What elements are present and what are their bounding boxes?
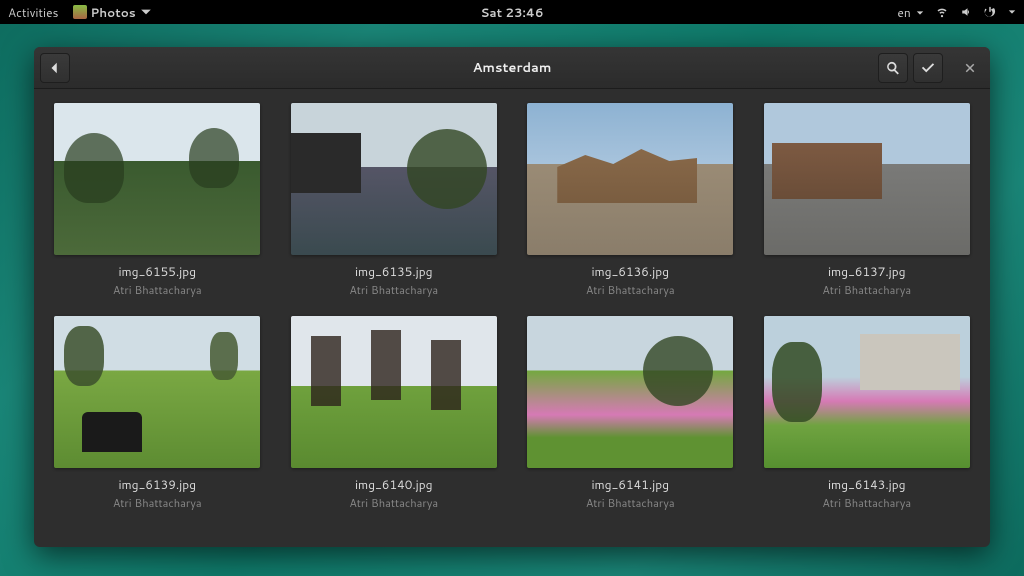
photo-item: img_6139.jpg Atri Bhattacharya: [52, 316, 263, 511]
photo-author: Atri Bhattacharya: [349, 495, 438, 511]
photo-author: Atri Bhattacharya: [113, 495, 202, 511]
clock[interactable]: Sat 23:46: [480, 4, 543, 21]
system-topbar: Activities Photos Sat 23:46 en: [0, 0, 1024, 24]
photo-filename: img_6137.jpg: [828, 263, 906, 280]
photo-filename: img_6141.jpg: [591, 476, 669, 493]
volume-icon[interactable]: [960, 6, 972, 18]
photo-item: img_6143.jpg Atri Bhattacharya: [762, 316, 973, 511]
photos-window: Amsterdam img_6155.jpg Atri Bhattacharya…: [34, 47, 990, 547]
search-icon: [886, 61, 900, 75]
activities-button[interactable]: Activities: [8, 4, 59, 21]
select-button[interactable]: [913, 53, 943, 83]
wifi-icon[interactable]: [936, 6, 948, 18]
photo-author: Atri Bhattacharya: [349, 282, 438, 298]
search-button[interactable]: [878, 53, 908, 83]
photo-item: img_6141.jpg Atri Bhattacharya: [525, 316, 736, 511]
photo-filename: img_6140.jpg: [355, 476, 433, 493]
photo-author: Atri Bhattacharya: [822, 495, 911, 511]
photo-thumbnail[interactable]: [527, 316, 733, 468]
chevron-down-icon: [1008, 8, 1016, 16]
photo-thumbnail[interactable]: [54, 103, 260, 255]
window-title: Amsterdam: [473, 59, 552, 77]
photo-author: Atri Bhattacharya: [586, 495, 675, 511]
photo-filename: img_6143.jpg: [828, 476, 906, 493]
photo-thumbnail[interactable]: [764, 103, 970, 255]
close-icon: [964, 62, 976, 74]
photo-filename: img_6136.jpg: [591, 263, 669, 280]
photo-item: img_6137.jpg Atri Bhattacharya: [762, 103, 973, 298]
photo-item: img_6135.jpg Atri Bhattacharya: [289, 103, 500, 298]
window-headerbar: Amsterdam: [34, 47, 990, 89]
photo-thumbnail[interactable]: [291, 103, 497, 255]
photo-filename: img_6135.jpg: [355, 263, 433, 280]
app-menu[interactable]: Photos: [73, 4, 152, 21]
photo-grid-scroll[interactable]: img_6155.jpg Atri Bhattacharya img_6135.…: [34, 89, 990, 547]
power-icon[interactable]: [984, 6, 996, 18]
photo-grid: img_6155.jpg Atri Bhattacharya img_6135.…: [52, 103, 972, 511]
photos-app-icon: [73, 5, 87, 19]
photo-thumbnail[interactable]: [291, 316, 497, 468]
back-button[interactable]: [40, 53, 70, 83]
photo-item: img_6140.jpg Atri Bhattacharya: [289, 316, 500, 511]
photo-filename: img_6155.jpg: [118, 263, 196, 280]
photo-author: Atri Bhattacharya: [586, 282, 675, 298]
photo-thumbnail[interactable]: [764, 316, 970, 468]
checkmark-icon: [921, 61, 935, 75]
photo-thumbnail[interactable]: [527, 103, 733, 255]
chevron-left-icon: [48, 61, 62, 75]
photo-author: Atri Bhattacharya: [113, 282, 202, 298]
photo-item: img_6136.jpg Atri Bhattacharya: [525, 103, 736, 298]
chevron-down-icon: [916, 9, 924, 17]
photo-thumbnail[interactable]: [54, 316, 260, 468]
keyboard-lang-indicator[interactable]: en: [897, 4, 924, 21]
chevron-down-icon: [140, 6, 152, 18]
photo-author: Atri Bhattacharya: [822, 282, 911, 298]
app-menu-label: Photos: [91, 4, 136, 21]
photo-item: img_6155.jpg Atri Bhattacharya: [52, 103, 263, 298]
photo-filename: img_6139.jpg: [118, 476, 196, 493]
close-button[interactable]: [956, 54, 984, 82]
